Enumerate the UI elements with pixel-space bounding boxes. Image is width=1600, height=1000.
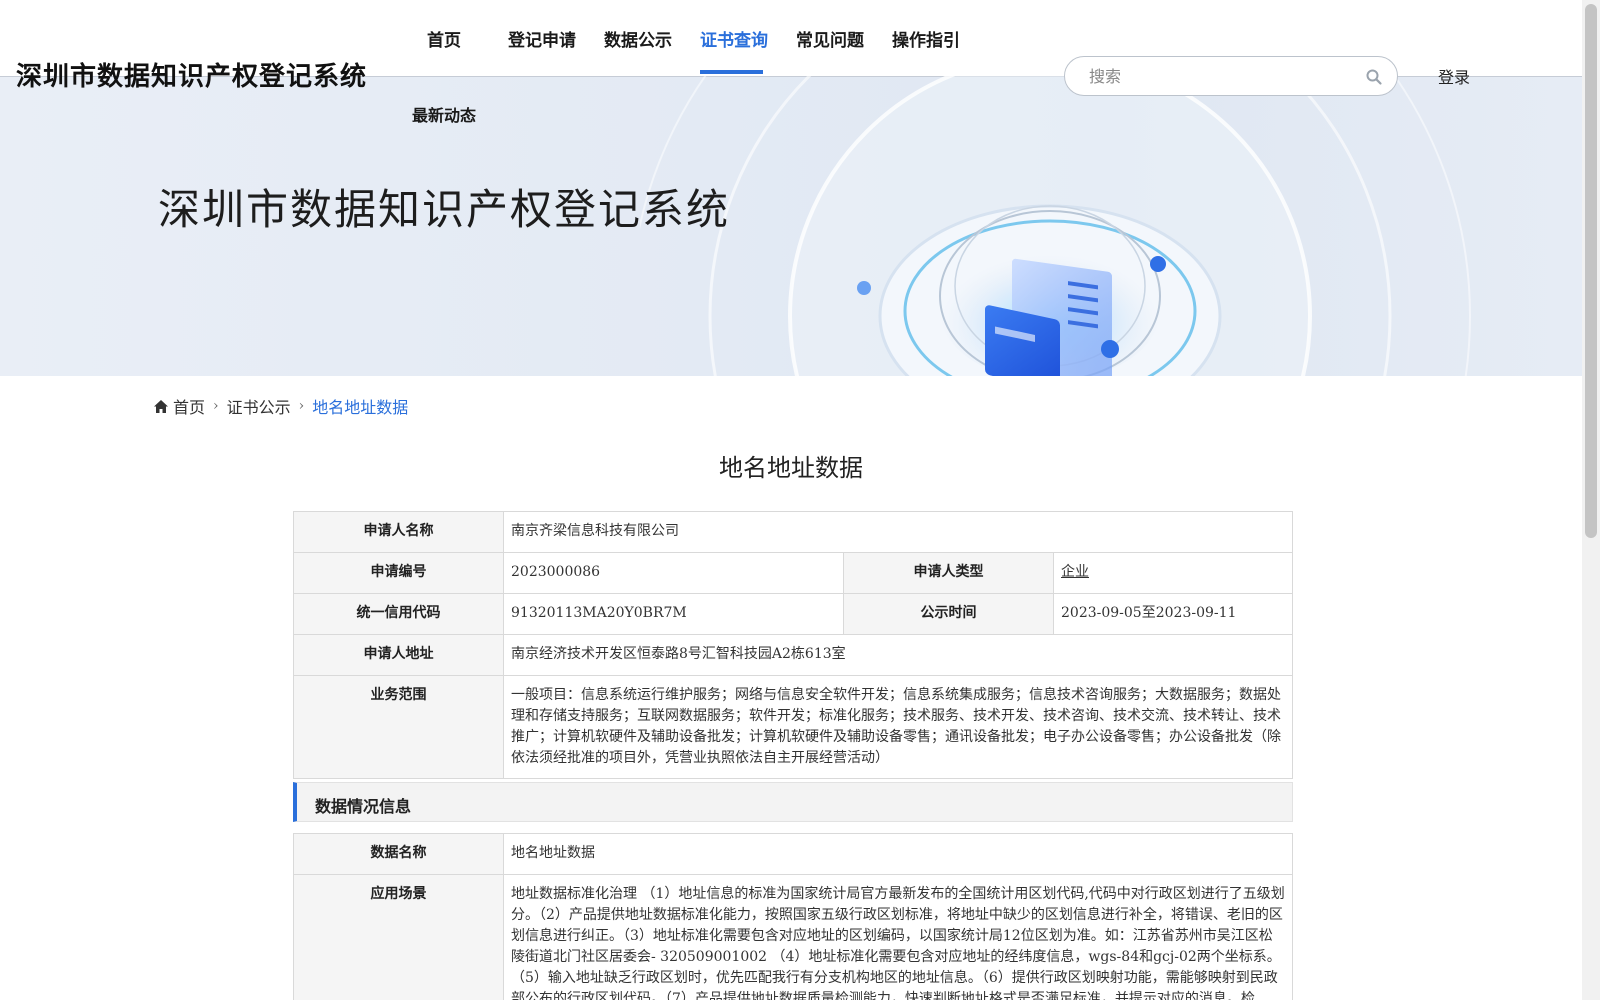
- banner-illustration: [640, 76, 1471, 376]
- page-scrollbar[interactable]: [1582, 0, 1600, 1000]
- data-name-value: 地名地址数据: [503, 833, 1293, 875]
- credit-code-value: 91320113MA20Y0BR7M: [503, 593, 844, 635]
- nav-latest-news[interactable]: 最新动态: [412, 102, 476, 126]
- table-row: 申请人地址 南京经济技术开发区恒泰路8号汇智科技园A2栋613室: [293, 634, 1293, 676]
- login-link[interactable]: 登录: [1438, 64, 1470, 88]
- application-number-value: 2023000086: [503, 552, 844, 594]
- applicant-name-value: 南京齐梁信息科技有限公司: [503, 511, 1293, 553]
- application-number-label: 申请编号: [293, 552, 504, 594]
- applicant-address-label: 申请人地址: [293, 634, 504, 676]
- search-icon[interactable]: [1365, 68, 1383, 86]
- data-info-table: 数据名称 地名地址数据 应用场景 地址数据标准化治理 （1）地址信息的标准为国家…: [293, 833, 1293, 1000]
- nav-faq[interactable]: 常见问题: [796, 26, 864, 51]
- active-nav-indicator: [700, 70, 763, 74]
- nav-home[interactable]: 首页: [427, 26, 461, 51]
- search-box: [1064, 56, 1398, 96]
- table-row: 数据名称 地名地址数据: [293, 833, 1293, 875]
- table-row: 业务范围 一般项目：信息系统运行维护服务；网络与信息安全软件开发；信息系统集成服…: [293, 675, 1293, 779]
- nav-certificate-query[interactable]: 证书查询: [700, 26, 768, 51]
- table-row: 应用场景 地址数据标准化治理 （1）地址信息的标准为国家统计局官方最新发布的全国…: [293, 874, 1293, 1000]
- nav-register-apply[interactable]: 登记申请: [508, 26, 576, 51]
- application-scenario-label: 应用场景: [293, 874, 504, 1000]
- application-scenario-value: 地址数据标准化治理 （1）地址信息的标准为国家统计局官方最新发布的全国统计用区划…: [503, 874, 1293, 1000]
- page-title: 地名地址数据: [719, 454, 863, 482]
- applicant-info-table: 申请人名称 南京齐梁信息科技有限公司 申请编号 2023000086 申请人类型…: [293, 511, 1293, 779]
- banner-title: 深圳市数据知识产权登记系统: [158, 185, 731, 234]
- applicant-type-link[interactable]: 企业: [1061, 564, 1089, 580]
- business-scope-value: 一般项目：信息系统运行维护服务；网络与信息安全软件开发；信息系统集成服务；信息技…: [503, 675, 1293, 779]
- nav-data-publicity[interactable]: 数据公示: [604, 26, 672, 51]
- hero-banner: 深圳市数据知识产权登记系统: [0, 76, 1582, 376]
- home-icon: [154, 399, 168, 413]
- publicity-time-value: 2023-09-05至2023-09-11: [1053, 593, 1293, 635]
- data-info-section-header: 数据情况信息: [293, 782, 1293, 822]
- chevron-right-icon: ›: [213, 398, 219, 414]
- applicant-type-value: 企业: [1053, 552, 1293, 594]
- table-row: 申请人名称 南京齐梁信息科技有限公司: [293, 511, 1293, 553]
- table-row: 统一信用代码 91320113MA20Y0BR7M 公示时间 2023-09-0…: [293, 593, 1293, 635]
- applicant-type-label: 申请人类型: [843, 552, 1054, 594]
- breadcrumb: 首页 › 证书公示 › 地名地址数据: [154, 394, 408, 418]
- business-scope-label: 业务范围: [293, 675, 504, 779]
- nav-guide[interactable]: 操作指引: [892, 26, 960, 51]
- publicity-time-label: 公示时间: [843, 593, 1054, 635]
- applicant-address-value: 南京经济技术开发区恒泰路8号汇智科技园A2栋613室: [503, 634, 1293, 676]
- breadcrumb-certificate-publicity[interactable]: 证书公示: [227, 394, 291, 418]
- credit-code-label: 统一信用代码: [293, 593, 504, 635]
- data-name-label: 数据名称: [293, 833, 504, 875]
- applicant-name-label: 申请人名称: [293, 511, 504, 553]
- breadcrumb-current[interactable]: 地名地址数据: [312, 394, 408, 418]
- breadcrumb-home[interactable]: 首页: [173, 394, 205, 418]
- table-row: 申请编号 2023000086 申请人类型 企业: [293, 552, 1293, 594]
- chevron-right-icon: ›: [298, 398, 305, 414]
- search-input[interactable]: [1089, 65, 1349, 87]
- section-title: 数据情况信息: [315, 797, 412, 816]
- scrollbar-thumb[interactable]: [1585, 4, 1597, 538]
